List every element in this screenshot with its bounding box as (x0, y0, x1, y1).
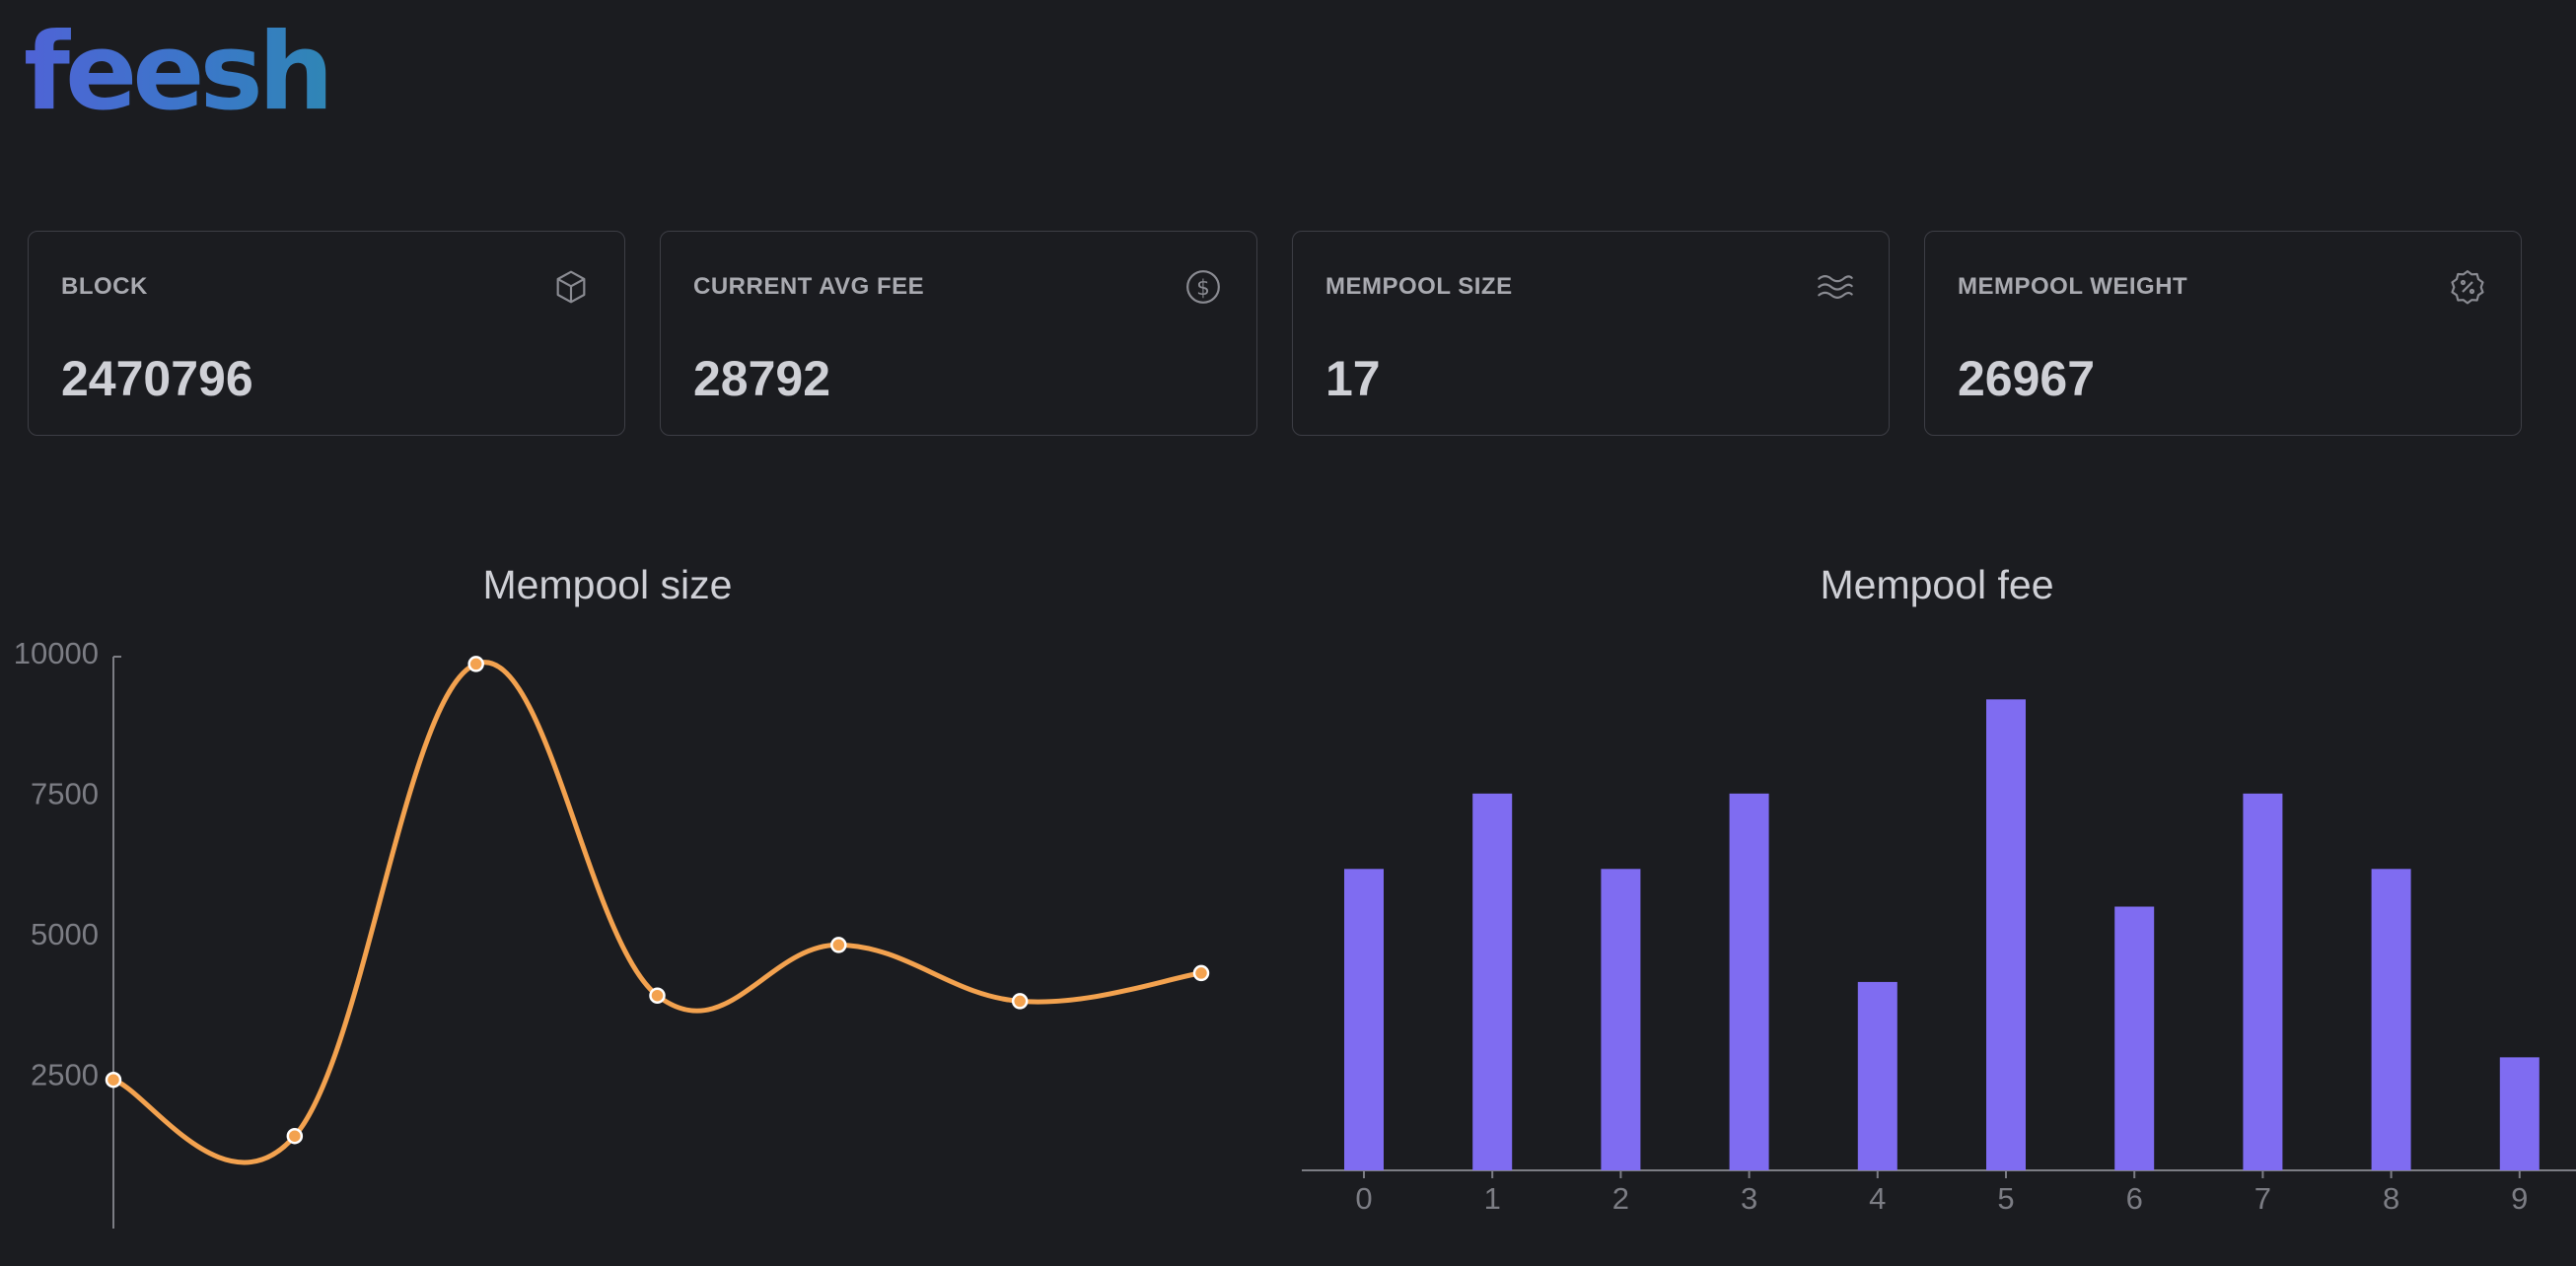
x-tick-label: 0 (1355, 1181, 1372, 1216)
mempool-weight-card: MEMPOOL WEIGHT 26967 (1924, 231, 2522, 436)
mempool-weight-card-value: 26967 (1958, 351, 2096, 406)
feesh-logo[interactable]: feesh (24, 20, 334, 126)
stats-cards: BLOCK 2470796 CURRENT AVG FEE $ 28792 ME… (28, 231, 2523, 438)
mempool-size-chart: 2500 5000 7500 10000 (14, 636, 1210, 1229)
mempool-fee-chart-title: Mempool fee (1820, 562, 2054, 607)
fee-bar-4[interactable] (1857, 981, 1897, 1170)
line-point-0[interactable] (105, 1071, 122, 1089)
mempool-size-line (112, 660, 1202, 1165)
x-tick-label: 8 (2383, 1181, 2399, 1216)
percent-badge-icon (2451, 270, 2484, 305)
svg-text:$: $ (1196, 276, 1210, 301)
x-tick-label: 9 (2511, 1181, 2528, 1216)
block-card: BLOCK 2470796 (28, 231, 625, 436)
y-tick-label: 5000 (31, 917, 99, 951)
fee-bar-9[interactable] (2499, 1057, 2540, 1170)
avg-fee-card-title: CURRENT AVG FEE (693, 273, 925, 300)
x-tick-label: 6 (2126, 1181, 2143, 1216)
mempool-size-card-value: 17 (1325, 351, 1381, 406)
mempool-size-card: MEMPOOL SIZE 17 (1292, 231, 1890, 436)
line-point-6[interactable] (1192, 964, 1210, 982)
line-point-4[interactable] (830, 937, 847, 953)
block-card-title: BLOCK (61, 273, 148, 300)
mempool-size-card-title: MEMPOOL SIZE (1325, 273, 1513, 300)
x-tick-label: 7 (2254, 1181, 2271, 1216)
line-point-1[interactable] (286, 1127, 304, 1145)
fee-bar-8[interactable] (2371, 869, 2411, 1170)
x-tick-label: 3 (1741, 1181, 1757, 1216)
block-card-value: 2470796 (61, 351, 253, 406)
x-tick-label: 5 (1997, 1181, 2014, 1216)
avg-fee-card: CURRENT AVG FEE $ 28792 (660, 231, 1257, 436)
line-point-5[interactable] (1011, 993, 1029, 1010)
y-tick-label: 2500 (31, 1058, 99, 1092)
fee-bar-6[interactable] (2114, 906, 2155, 1171)
cube-icon (556, 270, 586, 304)
fee-bar-5[interactable] (1986, 699, 2026, 1170)
line-point-2[interactable] (467, 656, 484, 672)
mempool-weight-card-title: MEMPOOL WEIGHT (1958, 273, 2188, 300)
x-tick-label: 2 (1612, 1181, 1629, 1216)
fee-bar-3[interactable] (1729, 793, 1769, 1170)
waves-icon (1818, 275, 1853, 299)
line-point-3[interactable] (649, 987, 666, 1004)
fee-bar-1[interactable] (1472, 793, 1513, 1170)
y-tick-label: 7500 (31, 777, 99, 811)
mempool-fee-chart: 0 1 2 3 4 5 6 7 8 9 (1302, 699, 2576, 1216)
fee-bar-2[interactable] (1601, 869, 1641, 1170)
x-tick-label: 1 (1484, 1181, 1501, 1216)
fee-bar-0[interactable] (1344, 869, 1384, 1170)
y-tick-label: 10000 (14, 636, 99, 670)
fee-bar-7[interactable] (2243, 793, 2283, 1170)
avg-fee-card-value: 28792 (693, 351, 831, 406)
mempool-size-chart-title: Mempool size (482, 562, 733, 607)
dollar-circle-icon: $ (1186, 270, 1220, 304)
x-tick-label: 4 (1869, 1181, 1886, 1216)
